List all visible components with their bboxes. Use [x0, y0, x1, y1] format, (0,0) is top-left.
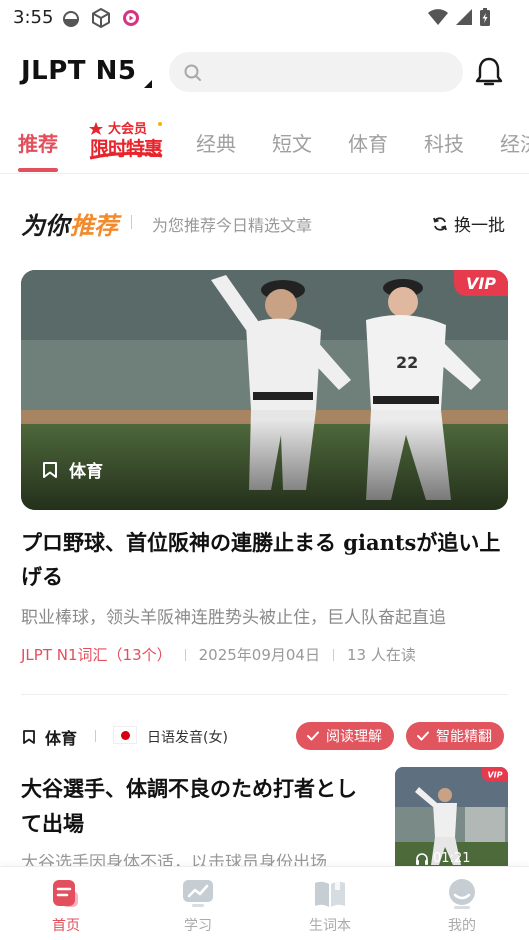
- headphones-icon: [415, 852, 429, 866]
- tab-tech[interactable]: 科技: [424, 128, 464, 157]
- video-app-icon: [122, 9, 140, 27]
- nav-home[interactable]: 首页: [21, 877, 111, 935]
- bookmark-icon: [41, 461, 59, 479]
- recommend-section-header: 为你 推荐 为您推荐今日精选文章 换一批: [0, 200, 529, 244]
- tab-sports[interactable]: 体育: [348, 128, 388, 157]
- featured-article-title[interactable]: プロ野球、首位阪神の連勝止まる giantsが追い上げる: [21, 526, 511, 594]
- svg-text:VIP: VIP: [466, 274, 496, 293]
- search-input[interactable]: [213, 52, 453, 92]
- second-article-thumbnail[interactable]: VIP 01:21: [395, 767, 508, 877]
- nav-home-label: 首页: [21, 915, 111, 935]
- vip-badge-icon: VIP: [482, 767, 508, 781]
- chart-board-icon: [180, 877, 216, 911]
- tab-short[interactable]: 短文: [272, 128, 312, 157]
- tab-classic[interactable]: 经典: [196, 128, 236, 157]
- signal-icon: [455, 8, 473, 26]
- nav-study-label: 学习: [153, 915, 243, 935]
- voice-label: 日语发音(女): [147, 727, 228, 747]
- featured-article-card[interactable]: 22 VIP 体育: [21, 270, 508, 510]
- home-doc-icon: [48, 877, 84, 911]
- bookmark-icon: [21, 729, 37, 745]
- japan-flag-icon: [113, 726, 137, 744]
- cube-icon: [90, 7, 112, 29]
- category-tabs: 推荐 大会员 限时特惠 经典 短文 体育 科技 经济: [0, 116, 529, 174]
- status-time: 3:55: [13, 7, 53, 28]
- audio-duration: 01:21: [415, 851, 470, 866]
- featured-category-label: 体育: [69, 457, 103, 482]
- article-divider: [21, 694, 508, 695]
- svg-text:22: 22: [396, 353, 418, 372]
- nav-profile[interactable]: 我的: [417, 877, 507, 935]
- section-subtitle: 为您推荐今日精选文章: [152, 212, 312, 236]
- featured-article-subtitle: 职业棒球，领头羊阪神连胜势头被止住，巨人队奋起直追: [21, 603, 511, 628]
- nav-vocabulary-label: 生词本: [285, 915, 375, 935]
- bell-icon[interactable]: [474, 56, 504, 88]
- refresh-button[interactable]: 换一批: [432, 211, 505, 236]
- second-article-title[interactable]: 大谷選手、体調不良のため打者として出場: [21, 772, 371, 842]
- tag-label: 智能精翻: [436, 726, 492, 746]
- tab-economy[interactable]: 经济: [500, 128, 529, 157]
- status-notification-icons: [62, 7, 140, 29]
- check-icon: [416, 729, 430, 743]
- top-header: JLPT N5: [0, 48, 529, 96]
- bottom-navigation: 首页 学习 生词本 我的: [0, 866, 529, 940]
- tag-reading-comprehension[interactable]: 阅读理解: [296, 722, 394, 750]
- tag-smart-translation[interactable]: 智能精翻: [406, 722, 504, 750]
- second-category: 体育: [21, 725, 77, 749]
- tab-recommend[interactable]: 推荐: [18, 128, 58, 157]
- status-bar: 3:55: [0, 0, 529, 36]
- profile-face-icon: [444, 877, 480, 911]
- search-icon: [183, 63, 203, 83]
- nav-study[interactable]: 学习: [153, 877, 243, 935]
- open-book-icon: [312, 877, 348, 911]
- vip-badge-icon: VIP: [454, 270, 508, 296]
- wifi-icon: [427, 8, 449, 26]
- nav-vocabulary[interactable]: 生词本: [285, 877, 375, 935]
- meta-separator: [333, 649, 334, 661]
- publish-date: 2025年09月04日: [199, 644, 320, 665]
- meta-separator: [95, 730, 96, 742]
- section-divider: [131, 215, 132, 229]
- meta-separator: [185, 649, 186, 661]
- svg-text:VIP: VIP: [487, 771, 502, 780]
- section-title-part1: 为你: [21, 206, 69, 241]
- featured-meta: JLPT N1词汇（13个） 2025年09月04日 13 人在读: [21, 644, 416, 665]
- promo-line2: 限时特惠: [90, 134, 162, 161]
- tag-label: 阅读理解: [326, 726, 382, 746]
- search-bar[interactable]: [169, 52, 463, 92]
- vocab-count[interactable]: JLPT N1词汇（13个）: [21, 644, 172, 665]
- second-article-meta: 体育 日语发音(女) 阅读理解 智能精翻: [21, 722, 508, 750]
- status-system-icons: [427, 7, 491, 27]
- featured-category: 体育: [41, 457, 103, 482]
- level-selector[interactable]: JLPT N5: [21, 56, 136, 86]
- refresh-icon: [432, 216, 448, 232]
- check-icon: [306, 729, 320, 743]
- second-category-label: 体育: [45, 725, 77, 749]
- reader-count: 13 人在读: [347, 644, 416, 665]
- section-title-part2: 推荐: [70, 206, 118, 241]
- nav-profile-label: 我的: [417, 915, 507, 935]
- drop-icon: [62, 8, 80, 28]
- promo-badge[interactable]: 大会员 限时特惠: [86, 116, 166, 164]
- active-tab-indicator: [18, 168, 58, 172]
- level-dropdown-icon[interactable]: [144, 80, 152, 88]
- refresh-label: 换一批: [454, 211, 505, 236]
- battery-charging-icon: [479, 7, 491, 27]
- duration-label: 01:21: [433, 851, 470, 866]
